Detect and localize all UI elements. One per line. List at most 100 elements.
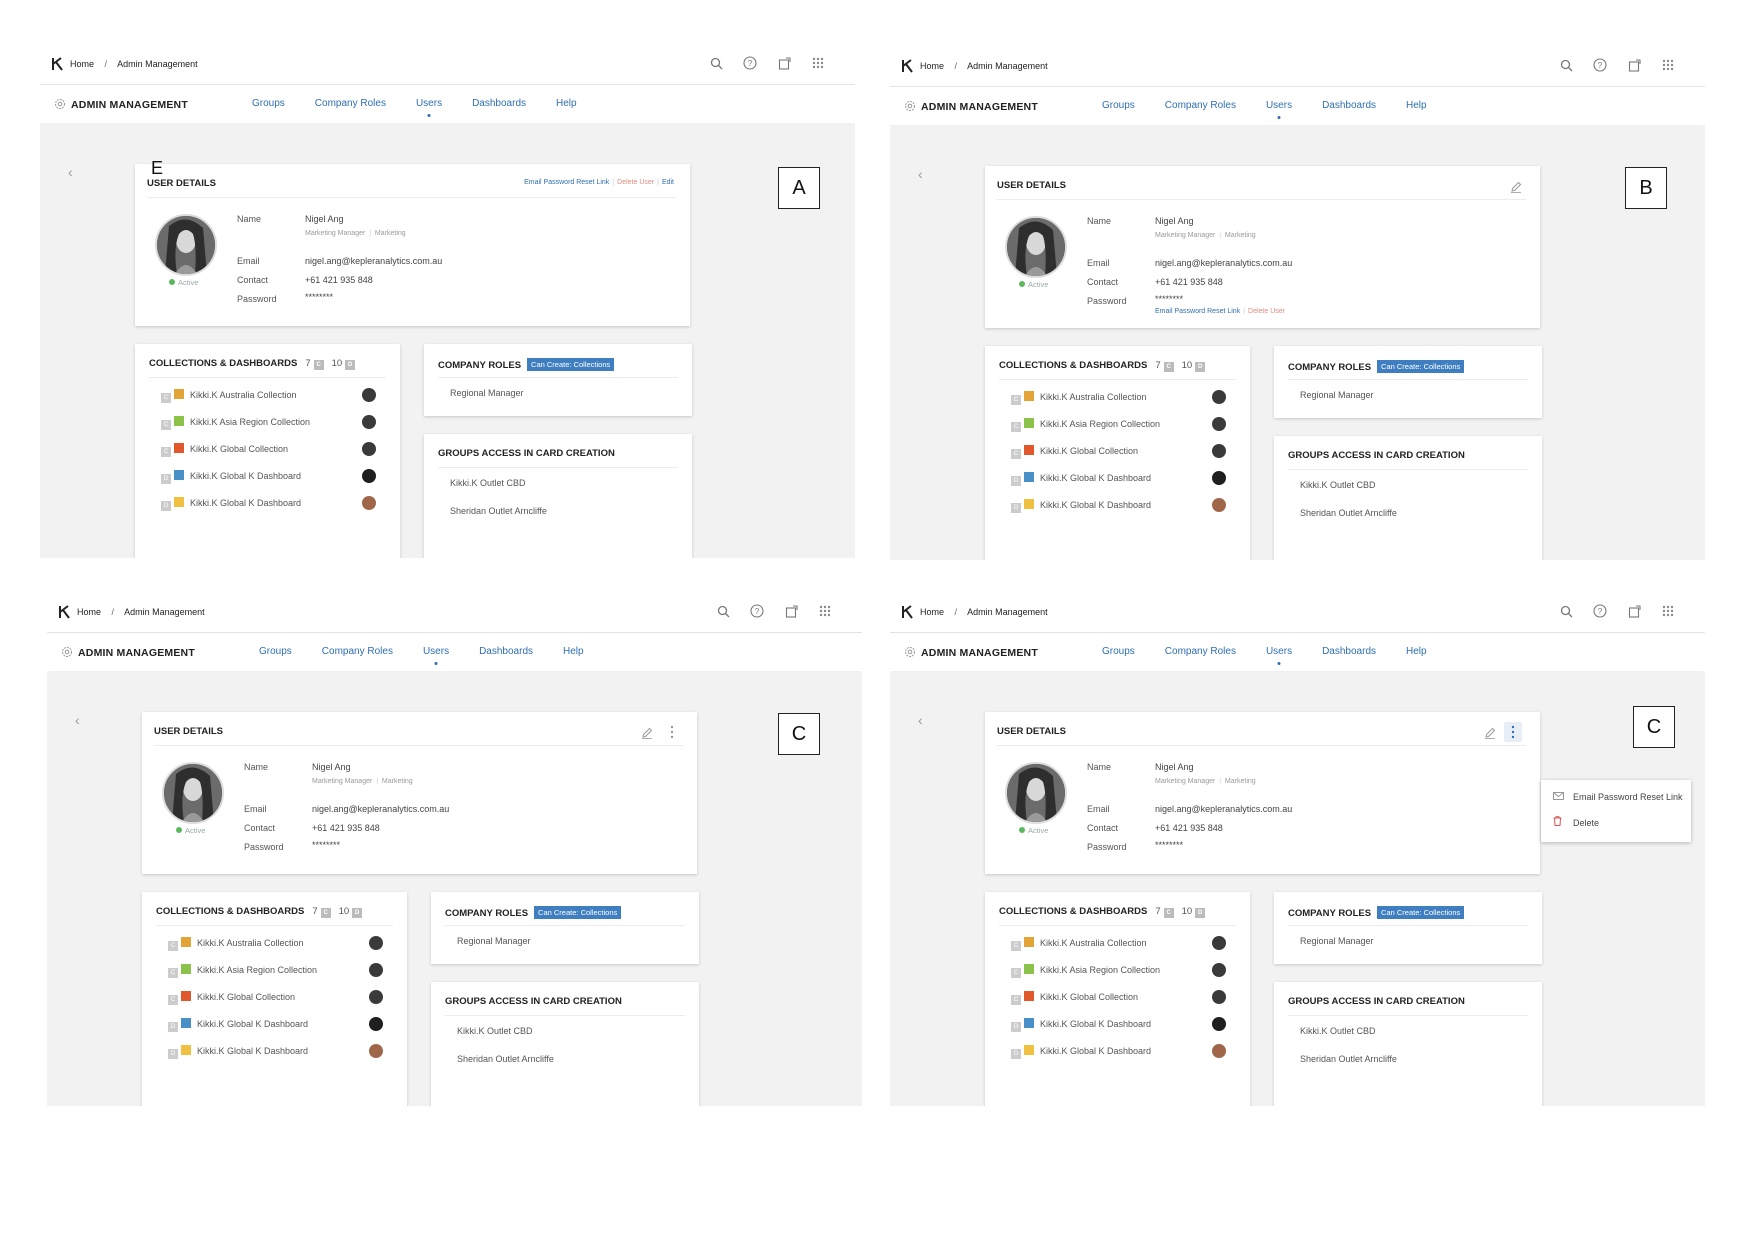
tab-groups[interactable]: Groups: [1102, 100, 1135, 111]
list-item[interactable]: C Kikki.K Asia Region Collection: [161, 415, 386, 430]
tab-company-roles[interactable]: Company Roles: [315, 98, 386, 109]
annotation-label-e: E: [151, 158, 164, 178]
help-icon[interactable]: ?: [1591, 602, 1609, 620]
list-item[interactable]: D Kikki.K Global K Dashboard: [168, 1017, 393, 1032]
collections-title-text: COLLECTIONS & DASHBOARDS: [999, 360, 1148, 371]
tab-company-roles[interactable]: Company Roles: [322, 646, 393, 657]
back-chevron-icon[interactable]: ‹: [68, 164, 73, 180]
list-item[interactable]: D Kikki.K Global K Dashboard: [1011, 1017, 1236, 1032]
item-type-badge: C: [1011, 422, 1021, 432]
tab-users[interactable]: Users: [1266, 100, 1292, 111]
tab-help[interactable]: Help: [556, 98, 577, 109]
kepler-logo-icon[interactable]: [902, 59, 914, 73]
list-item[interactable]: C Kikki.K Global Collection: [168, 990, 393, 1005]
tab-dashboards[interactable]: Dashboards: [1322, 100, 1376, 111]
list-item[interactable]: C Kikki.K Australia Collection: [1011, 936, 1236, 951]
company-role-item[interactable]: Regional Manager: [1300, 390, 1374, 400]
breadcrumb-home[interactable]: Home: [920, 61, 944, 71]
apps-grid-icon[interactable]: [1659, 56, 1677, 74]
edit-pencil-icon[interactable]: [1510, 180, 1522, 193]
help-icon[interactable]: ?: [741, 54, 759, 72]
search-icon[interactable]: [714, 602, 732, 620]
back-chevron-icon[interactable]: ‹: [918, 712, 923, 728]
search-icon[interactable]: [1557, 602, 1575, 620]
list-item[interactable]: C Kikki.K Australia Collection: [1011, 390, 1236, 405]
menu-item-delete[interactable]: Delete: [1553, 816, 1599, 828]
menu-item-reset[interactable]: Email Password Reset Link: [1553, 792, 1683, 802]
company-roles-title-text: COMPANY ROLES: [1288, 908, 1372, 919]
more-vertical-icon[interactable]: [667, 725, 677, 739]
group-item[interactable]: Sheridan Outlet Arncliffe: [1300, 508, 1397, 518]
tab-users[interactable]: Users: [416, 98, 442, 109]
tab-dashboards[interactable]: Dashboards: [1322, 646, 1376, 657]
breadcrumb-home[interactable]: Home: [77, 607, 101, 617]
list-item[interactable]: D Kikki.K Global K Dashboard: [1011, 1044, 1236, 1059]
delete-user-link[interactable]: Delete User: [617, 179, 654, 186]
tab-company-roles[interactable]: Company Roles: [1165, 646, 1236, 657]
list-item[interactable]: D Kikki.K Global K Dashboard: [168, 1044, 393, 1059]
delete-user-link[interactable]: Delete User: [1248, 308, 1285, 315]
breadcrumb-home[interactable]: Home: [920, 607, 944, 617]
list-item[interactable]: C Kikki.K Global Collection: [1011, 990, 1236, 1005]
edit-link[interactable]: Edit: [662, 179, 674, 186]
group-item[interactable]: Sheridan Outlet Arncliffe: [1300, 1054, 1397, 1064]
list-item[interactable]: D Kikki.K Global K Dashboard: [161, 469, 386, 484]
help-icon[interactable]: ?: [748, 602, 766, 620]
list-item[interactable]: C Kikki.K Asia Region Collection: [168, 963, 393, 978]
share-icon[interactable]: [782, 602, 800, 620]
tab-help[interactable]: Help: [1406, 646, 1427, 657]
apps-grid-icon[interactable]: [816, 602, 834, 620]
search-icon[interactable]: [707, 54, 725, 72]
group-item[interactable]: Kikki.K Outlet CBD: [1300, 1026, 1376, 1036]
tab-dashboards[interactable]: Dashboards: [472, 98, 526, 109]
tab-dashboards[interactable]: Dashboards: [479, 646, 533, 657]
breadcrumb-home[interactable]: Home: [70, 59, 94, 69]
tab-users[interactable]: Users: [1266, 646, 1292, 657]
tab-help[interactable]: Help: [563, 646, 584, 657]
list-item[interactable]: C Kikki.K Global Collection: [161, 442, 386, 457]
edit-pencil-icon[interactable]: [1484, 726, 1496, 739]
company-role-item[interactable]: Regional Manager: [457, 936, 531, 946]
help-icon[interactable]: ?: [1591, 56, 1609, 74]
back-chevron-icon[interactable]: ‹: [918, 166, 923, 182]
email-label: Email: [1087, 804, 1110, 814]
kepler-logo-icon[interactable]: [902, 605, 914, 619]
tab-groups[interactable]: Groups: [252, 98, 285, 109]
email-reset-link[interactable]: Email Password Reset Link: [524, 179, 609, 186]
search-icon[interactable]: [1557, 56, 1575, 74]
divider: [999, 379, 1236, 380]
list-item[interactable]: C Kikki.K Asia Region Collection: [1011, 417, 1236, 432]
group-item[interactable]: Kikki.K Outlet CBD: [450, 478, 526, 488]
item-color-icon: [181, 937, 191, 947]
email-reset-link[interactable]: Email Password Reset Link: [1155, 308, 1240, 315]
list-item[interactable]: D Kikki.K Global K Dashboard: [1011, 498, 1236, 513]
list-item[interactable]: C Kikki.K Australia Collection: [161, 388, 386, 403]
company-role-item[interactable]: Regional Manager: [1300, 936, 1374, 946]
list-item[interactable]: C Kikki.K Asia Region Collection: [1011, 963, 1236, 978]
share-icon[interactable]: [1625, 602, 1643, 620]
more-vertical-icon[interactable]: [1504, 722, 1522, 742]
tab-help[interactable]: Help: [1406, 100, 1427, 111]
apps-grid-icon[interactable]: [1659, 602, 1677, 620]
tab-groups[interactable]: Groups: [1102, 646, 1135, 657]
list-item[interactable]: C Kikki.K Global Collection: [1011, 444, 1236, 459]
kepler-logo-icon[interactable]: [52, 57, 64, 71]
group-item[interactable]: Sheridan Outlet Arncliffe: [450, 506, 547, 516]
share-icon[interactable]: [1625, 56, 1643, 74]
apps-grid-icon[interactable]: [809, 54, 827, 72]
kepler-logo-icon[interactable]: [59, 605, 71, 619]
share-icon[interactable]: [775, 54, 793, 72]
tab-users[interactable]: Users: [423, 646, 449, 657]
tab-company-roles[interactable]: Company Roles: [1165, 100, 1236, 111]
group-item[interactable]: Sheridan Outlet Arncliffe: [457, 1054, 554, 1064]
back-chevron-icon[interactable]: ‹: [75, 712, 80, 728]
list-item[interactable]: D Kikki.K Global K Dashboard: [161, 496, 386, 511]
list-item[interactable]: D Kikki.K Global K Dashboard: [1011, 471, 1236, 486]
company-role-item[interactable]: Regional Manager: [450, 388, 524, 398]
item-type-badge: C: [161, 447, 171, 457]
group-item[interactable]: Kikki.K Outlet CBD: [457, 1026, 533, 1036]
edit-pencil-icon[interactable]: [641, 726, 653, 739]
group-item[interactable]: Kikki.K Outlet CBD: [1300, 480, 1376, 490]
tab-groups[interactable]: Groups: [259, 646, 292, 657]
list-item[interactable]: C Kikki.K Australia Collection: [168, 936, 393, 951]
